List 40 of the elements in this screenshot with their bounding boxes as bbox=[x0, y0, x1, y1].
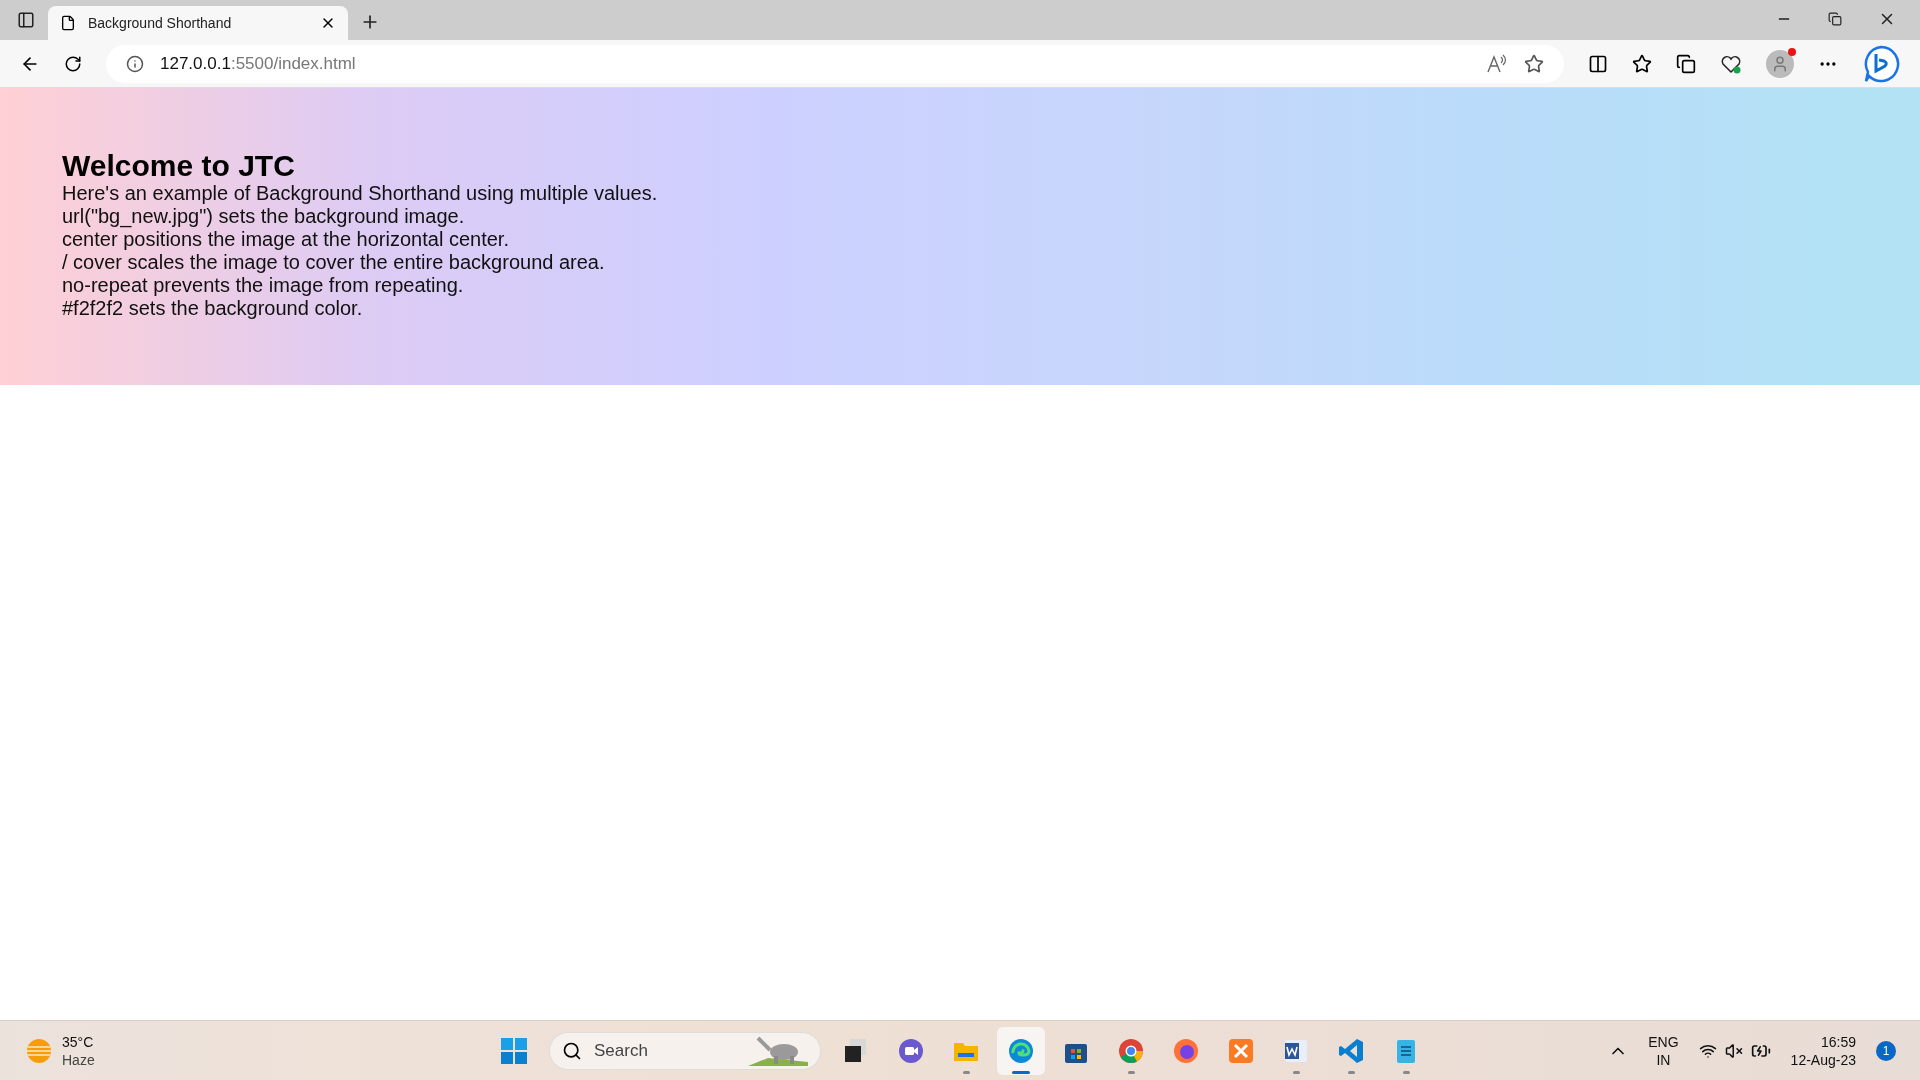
read-aloud-icon[interactable] bbox=[1486, 53, 1508, 74]
address-bar[interactable]: 127.0.0.1:5500/index.html bbox=[106, 44, 1564, 83]
info-icon bbox=[126, 54, 144, 73]
temperature-text: 35°C bbox=[62, 1032, 95, 1051]
heart-pulse-icon[interactable] bbox=[1720, 53, 1742, 74]
description-line: Here's an example of Background Shorthand using multiple values. bbox=[62, 182, 659, 205]
clock-time[interactable]: 16:59 bbox=[1820, 1032, 1856, 1051]
crossed-tile-icon bbox=[1227, 1036, 1255, 1065]
description-line: no-repeat prevents the image from repeating. bbox=[62, 274, 465, 297]
search-icon bbox=[562, 1040, 582, 1061]
elephant-drawing bbox=[748, 1035, 808, 1066]
description-line: #f2f2f2 sets the background color. bbox=[62, 297, 364, 320]
description-line: / cover scales the image to cover the entire background area. bbox=[62, 251, 606, 274]
tab-title: Background Shorthand bbox=[88, 13, 233, 33]
restore-icon[interactable] bbox=[1828, 12, 1842, 26]
page-icon bbox=[60, 15, 76, 31]
favorite-star-icon[interactable] bbox=[1524, 53, 1544, 74]
profile-avatar[interactable] bbox=[1766, 49, 1794, 78]
code-editor-icon bbox=[1337, 1036, 1365, 1065]
notification-count[interactable]: 1 bbox=[1876, 1040, 1896, 1061]
description-line: url("bg_new.jpg") sets the background image. bbox=[62, 205, 466, 228]
collections-icon[interactable] bbox=[1676, 53, 1696, 74]
language-code[interactable]: ENG bbox=[1648, 1032, 1679, 1051]
browser-tab[interactable]: Background Shorthand bbox=[48, 6, 348, 40]
favorites-list-icon[interactable] bbox=[1632, 53, 1652, 74]
windows-logo-icon bbox=[500, 1036, 528, 1065]
weather-condition: Haze bbox=[62, 1050, 95, 1069]
chrome-ball-icon bbox=[1117, 1036, 1145, 1065]
video-chat-icon bbox=[897, 1036, 925, 1065]
muted-speaker-icon[interactable] bbox=[1724, 1041, 1743, 1060]
language-region[interactable]: IN bbox=[1656, 1050, 1671, 1069]
description-line: center positions the image at the horizontal center. bbox=[62, 228, 510, 251]
split-screen-icon[interactable] bbox=[1588, 53, 1608, 74]
clock-date[interactable]: 12-Aug-23 bbox=[1790, 1050, 1856, 1069]
chat-bubble-b-icon[interactable] bbox=[1862, 44, 1900, 83]
search-field[interactable]: Search bbox=[549, 1031, 821, 1070]
page-heading: Welcome to JTC bbox=[62, 150, 296, 182]
reload-icon[interactable] bbox=[64, 54, 82, 73]
url-text: 127.0.0.1:5500/index.html bbox=[160, 52, 357, 75]
search-input[interactable]: Search bbox=[594, 1037, 736, 1064]
